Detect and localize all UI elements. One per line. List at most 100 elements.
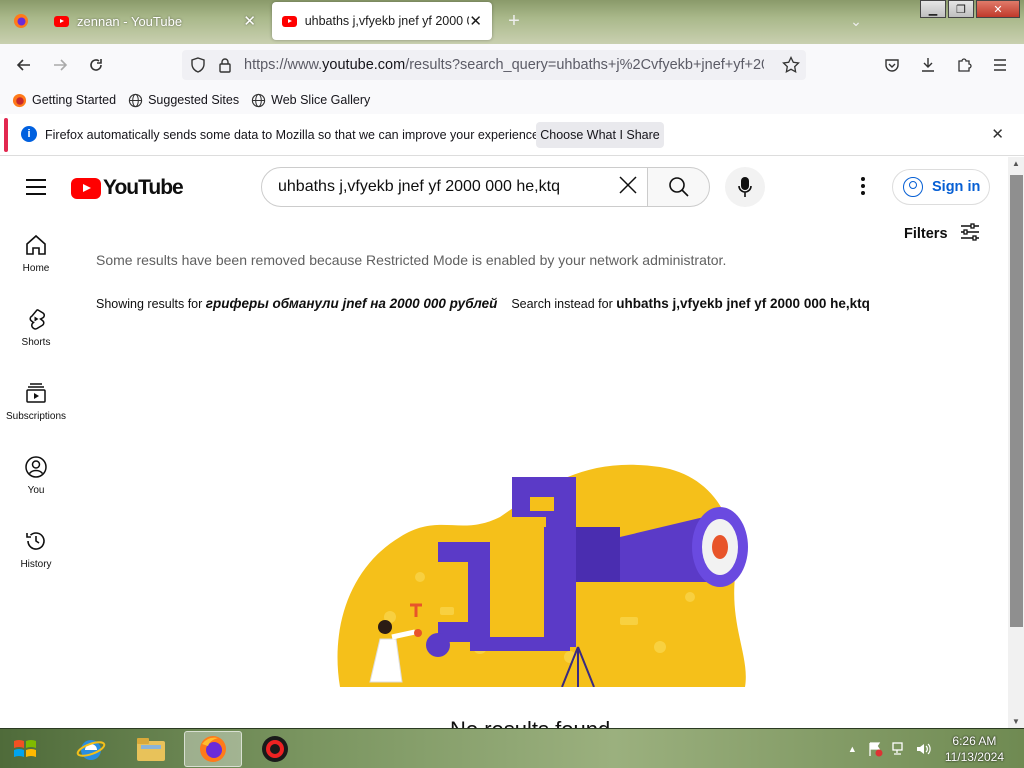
sidebar-item-label: Shorts [21,337,51,348]
tab-strip: zennan - YouTube ✕ uhbaths j,vfyekb jnef… [0,0,1024,44]
downloads-button[interactable] [914,52,942,78]
forward-button[interactable] [46,52,74,78]
tab-zennan-youtube[interactable]: zennan - YouTube ✕ [44,2,266,40]
filters-label: Filters [904,226,948,242]
pocket-icon [885,59,899,72]
page-scrollbar[interactable]: ▲ ▼ [1008,157,1024,728]
spelling-correction: Showing results for гриферы обманули jne… [96,296,870,311]
youtube-favicon-icon [282,15,297,27]
info-icon: i [21,126,37,142]
filters-button[interactable]: Filters [904,223,980,245]
url-prefix: https://www. [244,57,323,73]
tab-title: uhbaths j,vfyekb jnef yf 2000 000 he,ktq [304,14,470,28]
taskbar-obs[interactable] [246,731,304,767]
sidebar-item-home[interactable]: Home [0,233,72,274]
sidebar-item-shorts[interactable]: Shorts [0,307,72,348]
restricted-mode-notice: Some results have been removed because R… [96,252,727,268]
no-results-heading: No results found [450,717,610,728]
sidebar-item-label: History [20,559,52,570]
navigation-toolbar: https://www.youtube.com/results?search_q… [0,44,1024,86]
youtube-page: YouTube uhbaths j,vfyekb jnef yf 2000 00… [0,157,1008,728]
close-tab-icon[interactable]: ✕ [243,12,256,30]
new-tab-button[interactable]: + [502,2,526,40]
data-collection-notification: i Firefox automatically sends some data … [0,114,1024,156]
bookmark-label: Suggested Sites [148,93,240,107]
subscriptions-icon [26,383,46,403]
download-icon [922,58,934,72]
system-tray: ▲ 6:26 AM 11/13/2024 [848,729,1004,768]
pocket-button[interactable] [878,52,906,78]
bookmark-star-icon[interactable] [782,56,800,74]
globe-icon [251,93,266,107]
window-controls: ▁ ❐ ✕ [918,0,1020,18]
scroll-down-icon[interactable]: ▼ [1008,717,1024,726]
sign-in-label: Sign in [932,179,981,195]
start-button[interactable] [8,733,44,765]
no-results-illustration [337,464,748,687]
sidebar-item-label: Home [22,263,50,274]
network-icon[interactable] [891,741,907,757]
globe-icon [128,93,143,107]
close-tab-icon[interactable]: ✕ [469,12,482,30]
sidebar-item-you[interactable]: You [0,455,72,496]
back-button[interactable] [10,52,38,78]
taskbar-file-explorer[interactable] [122,731,180,767]
url-domain: youtube.com [322,57,406,73]
puzzle-icon [958,58,972,72]
maximize-button[interactable]: ❐ [948,0,974,18]
bookmarks-toolbar: Getting Started Suggested Sites Web Slic… [0,86,1024,114]
history-icon [26,532,45,550]
bookmark-getting-started[interactable]: Getting Started [12,93,116,108]
tab-search-results[interactable]: uhbaths j,vfyekb jnef yf 2000 000 he,ktq… [272,2,492,40]
bookmark-suggested-sites[interactable]: Suggested Sites [128,93,239,108]
bookmark-web-slice-gallery[interactable]: Web Slice Gallery [251,93,370,108]
taskbar-firefox[interactable] [184,731,242,767]
reload-button[interactable] [82,52,110,78]
close-notification-icon[interactable]: ✕ [991,125,1004,143]
app-menu-button[interactable] [986,52,1014,78]
voice-search-button[interactable] [725,167,765,207]
taskbar-clock[interactable]: 6:26 AM 11/13/2024 [945,733,1004,765]
microphone-icon [738,177,752,197]
youtube-favicon-icon [54,15,69,27]
notification-message: Firefox automatically sends some data to… [45,128,543,142]
action-center-flag-icon[interactable] [867,741,883,757]
taskbar-internet-explorer[interactable] [62,731,120,767]
original-query-link[interactable]: uhbaths j,vfyekb jnef yf 2000 000 he,ktq [616,296,870,311]
show-hidden-icons-icon[interactable]: ▲ [848,744,857,754]
firefox-icon [14,14,28,28]
youtube-logo[interactable]: YouTube [71,176,184,200]
tracking-protection-shield-icon[interactable] [190,57,206,73]
scroll-up-icon[interactable]: ▲ [1008,159,1024,168]
search-input[interactable]: uhbaths j,vfyekb jnef yf 2000 000 he,ktq [261,167,649,207]
sidebar-item-history[interactable]: History [0,529,72,570]
minimize-button[interactable]: ▁ [920,0,946,18]
settings-more-icon[interactable] [858,177,868,198]
sidebar-item-subscriptions[interactable]: Subscriptions [0,381,72,422]
clear-search-icon[interactable] [618,174,638,202]
folder-icon [137,738,165,761]
corrected-query-link[interactable]: гриферы обманули jnef на 2000 000 рублей [206,296,498,311]
reload-icon [90,59,102,71]
url-text[interactable]: https://www.youtube.com/results?search_q… [244,57,764,73]
forward-arrow-icon [54,59,68,71]
choose-what-i-share-button[interactable]: Choose What I Share [536,122,664,148]
url-path: /results?search_query=uhbaths+j%2Cvfyekb… [405,57,764,73]
search-instead-label: Search instead for [511,297,613,311]
back-arrow-icon [16,59,30,71]
sidebar-item-label: You [27,485,45,496]
guide-menu-icon[interactable] [26,179,46,200]
firefox-view-button[interactable] [8,2,34,40]
extensions-button[interactable] [950,52,978,78]
address-bar[interactable]: https://www.youtube.com/results?search_q… [182,50,806,80]
firefox-icon [200,736,226,762]
search-icon [668,177,689,197]
sidebar-item-label: Subscriptions [5,411,67,422]
search-button[interactable] [647,167,710,207]
lock-icon[interactable] [218,57,232,73]
list-tabs-chevron-icon[interactable]: ⌄ [846,2,866,40]
window-close-button[interactable]: ✕ [976,0,1020,18]
sign-in-button[interactable]: Sign in [892,169,990,205]
volume-icon[interactable] [915,741,931,757]
scrollbar-thumb[interactable] [1010,175,1023,627]
